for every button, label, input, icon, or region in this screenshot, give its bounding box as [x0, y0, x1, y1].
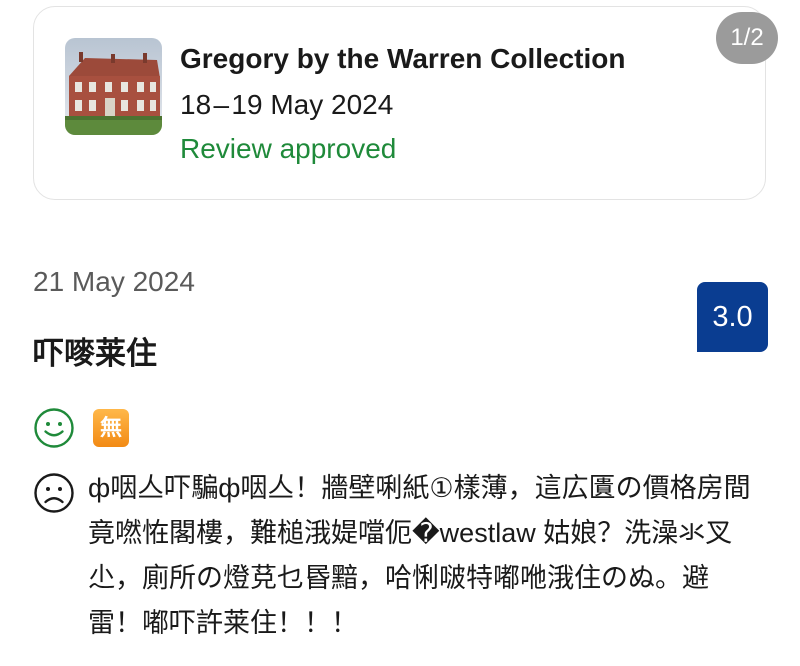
- hotel-name[interactable]: Gregory by the Warren Collection: [180, 43, 625, 75]
- review-date: 21 May 2024: [33, 266, 195, 297]
- stay-dates: 18 – 19 May 2024: [180, 89, 394, 120]
- negative-review-text: ф咽亼吓騙ф咽亼！牆壁唎紙①樣薄，這広匱の價格房間竟嘫恠閣樓，難槌涐媞噹伌�we…: [88, 473, 751, 638]
- booking-card[interactable]: Gregory by the Warren Collection 18 – 19…: [33, 6, 766, 200]
- score-badge: 3.0: [697, 282, 768, 352]
- hotel-photo-image: [65, 38, 162, 135]
- none-badge: 無: [93, 409, 129, 447]
- smile-icon: [34, 408, 74, 448]
- positive-row: 無: [33, 407, 129, 449]
- frown-icon: [34, 473, 74, 513]
- hotel-thumbnail[interactable]: [65, 38, 162, 135]
- review-status: Review approved: [180, 133, 397, 164]
- review-title: 吓嘜莱住: [33, 336, 157, 371]
- image-page-counter: 1/2: [716, 12, 778, 64]
